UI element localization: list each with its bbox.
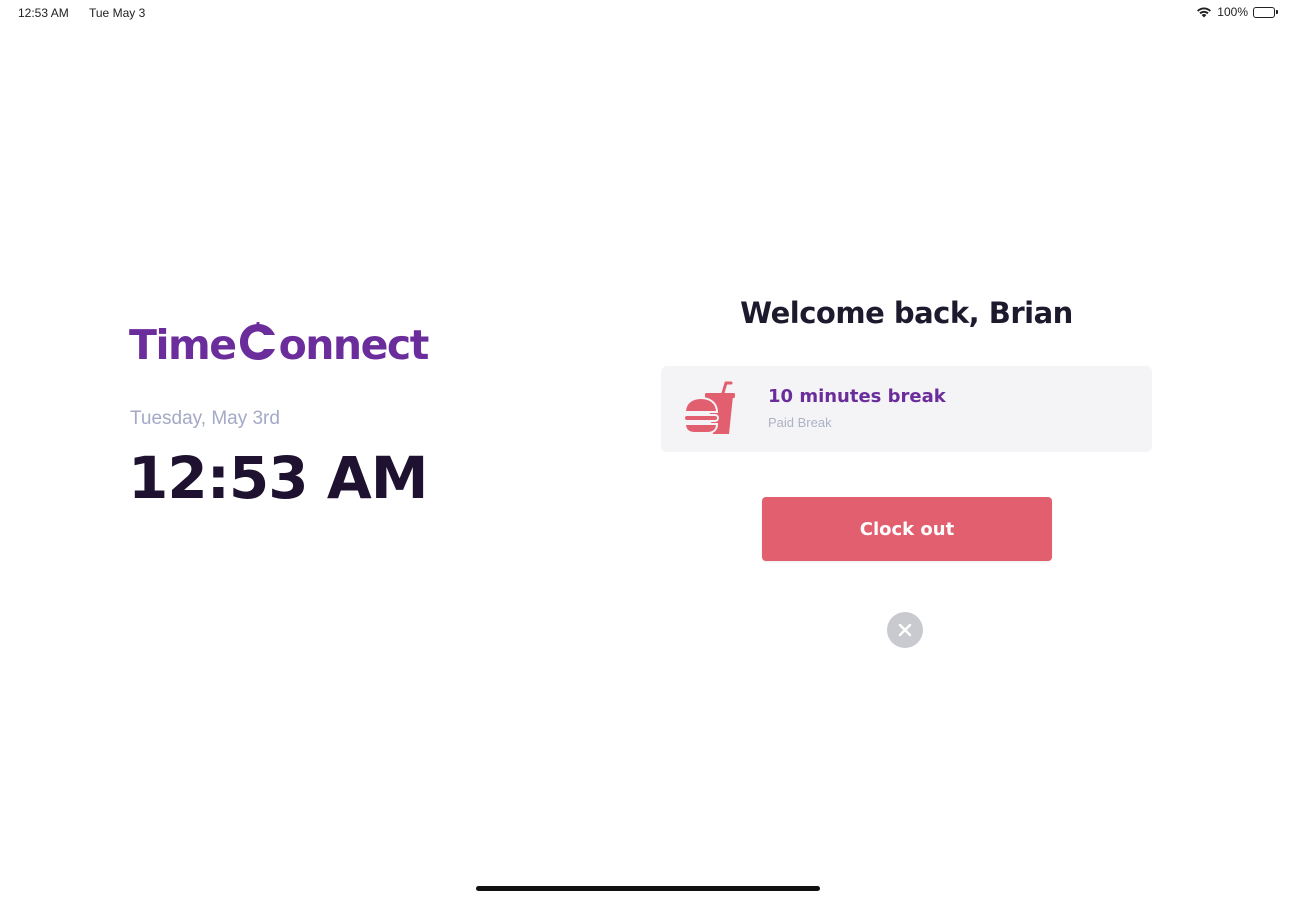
timeconnect-logo: Time onnect: [129, 318, 430, 370]
close-icon: [898, 623, 912, 637]
food-drink-icon: [683, 381, 735, 434]
status-bar: 12:53 AM Tue May 3 100%: [0, 0, 1294, 28]
welcome-message: Welcome back, Brian: [740, 296, 1073, 330]
status-time: 12:53 AM: [18, 6, 69, 20]
close-button[interactable]: [887, 612, 923, 648]
status-date: Tue May 3: [89, 6, 146, 20]
battery-percentage: 100%: [1217, 5, 1248, 19]
current-date: Tuesday, May 3rd: [130, 408, 280, 429]
wifi-icon: [1197, 7, 1212, 18]
current-time: 12:53 AM: [128, 444, 428, 512]
break-title: 10 minutes break: [768, 386, 946, 407]
battery-icon: [1253, 6, 1278, 18]
break-card[interactable]: 10 minutes break Paid Break: [661, 366, 1152, 452]
logo-text-time: Time: [129, 321, 237, 369]
home-indicator: [476, 886, 820, 891]
clock-out-button[interactable]: Clock out: [762, 497, 1052, 561]
logo-text-onnect: onnect: [278, 321, 430, 369]
logo-c-icon: [239, 322, 275, 360]
break-subtitle: Paid Break: [768, 415, 832, 430]
status-indicators: 100%: [1196, 5, 1278, 19]
